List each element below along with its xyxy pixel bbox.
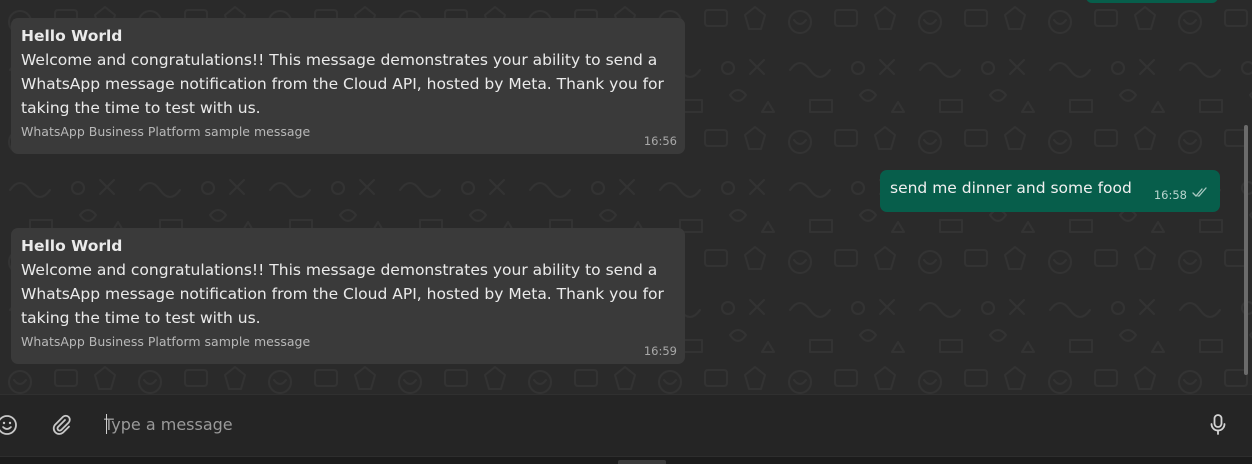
message-composer xyxy=(0,394,1252,456)
message-text: send me dinner and some food xyxy=(890,179,1132,197)
message-title: Hello World xyxy=(21,27,123,45)
message-body: Welcome and congratulations!! This messa… xyxy=(21,51,664,117)
chat-scrollbar[interactable] xyxy=(1244,125,1248,375)
message-body: Welcome and congratulations!! This messa… xyxy=(21,261,664,327)
microphone-icon[interactable] xyxy=(1208,413,1228,437)
previous-outgoing-message-bubble xyxy=(1086,0,1218,3)
message-time: 16:58 xyxy=(1153,188,1187,202)
paperclip-icon[interactable] xyxy=(50,414,72,436)
bottom-status-strip xyxy=(0,456,1252,464)
message-footer: WhatsApp Business Platform sample messag… xyxy=(21,124,311,139)
text-caret xyxy=(106,414,107,434)
message-time: 16:59 xyxy=(643,344,677,358)
chat-area: Hello World Welcome and congratulations!… xyxy=(0,0,1252,394)
outgoing-message[interactable]: send me dinner and some food 16:58 xyxy=(880,170,1220,212)
incoming-message[interactable]: Hello World Welcome and congratulations!… xyxy=(11,18,685,154)
double-check-icon xyxy=(1192,187,1207,197)
message-time: 16:56 xyxy=(643,134,677,148)
message-title: Hello World xyxy=(21,237,123,255)
resize-handle[interactable] xyxy=(618,460,666,464)
message-footer: WhatsApp Business Platform sample messag… xyxy=(21,334,311,349)
emoji-icon[interactable] xyxy=(0,414,18,436)
message-input[interactable] xyxy=(104,410,1184,438)
incoming-message[interactable]: Hello World Welcome and congratulations!… xyxy=(11,228,685,364)
